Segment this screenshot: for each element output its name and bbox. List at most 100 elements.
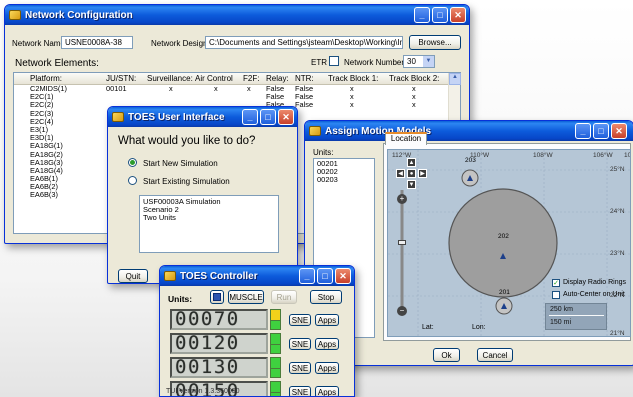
apps-button[interactable]: Apps [315,314,339,326]
network-name-field[interactable]: USNE0008A-38 [61,36,133,49]
maximize-button[interactable]: □ [432,7,448,23]
run-button[interactable]: Run [271,290,297,304]
auto-center-checkbox[interactable] [552,291,560,299]
scroll-up-icon[interactable]: ▲ [449,73,461,85]
cancel-button[interactable]: Cancel [477,348,513,362]
etr-checkbox[interactable] [329,56,339,66]
status-lamp [270,381,281,396]
minimize-button[interactable]: _ [299,268,315,284]
list-item[interactable]: Two Units [143,214,275,222]
longitude-label: 10 [624,152,631,159]
display-radio-rings-checkbox[interactable]: ✓ [552,279,560,287]
pan-up-icon[interactable]: ▲ [407,158,416,167]
zoom-slider-handle[interactable] [398,240,406,245]
col-surveillance[interactable]: Surveillance: [147,74,193,83]
maximize-button[interactable]: □ [317,268,333,284]
lon-label: Lon: [472,324,486,331]
maximize-button[interactable]: □ [260,109,276,125]
network-name-label: Network Name: [12,39,68,48]
lat-label: Lat: [422,324,434,331]
simulation-list[interactable]: USF00003A Simulation Scenario 2 Two Unit… [139,195,279,253]
question-heading: What would you like to do? [118,135,256,147]
network-number-select[interactable]: 30 ▼ [403,55,435,68]
minimize-button[interactable]: _ [414,7,430,23]
start-existing-radio[interactable] [128,176,137,185]
pan-left-icon[interactable]: ◀ [396,169,405,178]
sne-button[interactable]: SNE [289,338,311,350]
start-new-label[interactable]: Start New Simulation [143,159,218,168]
status-lamp [270,333,281,354]
close-button[interactable]: ✕ [278,109,294,125]
close-button[interactable]: ✕ [611,123,627,139]
etr-label: ETR [311,58,327,67]
minimize-button[interactable]: _ [575,123,591,139]
latitude-label: 25°N [610,166,625,173]
minimize-button[interactable]: _ [242,109,258,125]
network-number-label: Network Number: [344,58,407,67]
col-platform[interactable]: Platform: [30,74,62,83]
apps-button[interactable]: Apps [315,386,339,396]
latitude-label: 21°N [610,330,625,337]
unit-marker-label: 203 [465,157,476,164]
network-design-field[interactable]: C:\Documents and Settings\jsteam\Desktop… [205,36,403,49]
col-track-block-1[interactable]: Track Block 1: [328,74,378,83]
display-radio-rings-label[interactable]: Display Radio Rings [563,279,626,286]
app-icon [164,271,176,281]
table-cell-air: x [214,84,218,93]
col-ju-stn[interactable]: JU/STN: [106,74,136,83]
save-icon[interactable] [210,290,224,304]
col-track-block-2[interactable]: Track Block 2: [389,74,439,83]
table-row[interactable]: E2C(1) False False x x [14,93,460,101]
auto-center-label[interactable]: Auto-Center on Unit [563,291,625,298]
sne-button[interactable]: SNE [289,362,311,374]
close-button[interactable]: ✕ [335,268,351,284]
toes-controller-window: TOES Controller _ □ ✕ Units: MUSCLE Run … [159,265,355,397]
col-f2f[interactable]: F2F: [243,74,259,83]
col-relay[interactable]: Relay: [266,74,289,83]
table-cell-ntr: False [295,100,314,110]
toes-ui-titlebar[interactable]: TOES User Interface _ □ ✕ [108,107,297,127]
tab-location[interactable]: Location [385,132,427,145]
sne-button[interactable]: SNE [289,386,311,396]
status-lamp [270,309,281,330]
longitude-label: 108°W [533,152,553,159]
sne-button[interactable]: SNE [289,314,311,326]
table-cell-surv: x [169,84,173,93]
zoom-in-icon[interactable]: + [397,194,407,204]
zoom-out-icon[interactable]: − [397,306,407,316]
assign-motion-titlebar[interactable]: Assign Motion Models _ □ ✕ [305,121,633,141]
table-header: Platform: JU/STN: Surveillance: Air Cont… [14,73,460,85]
browse-button[interactable]: Browse... [409,35,461,50]
apps-button[interactable]: Apps [315,338,339,350]
close-button[interactable]: ✕ [450,7,466,23]
muscle-button[interactable]: MUSCLE [228,290,264,304]
apps-button[interactable]: Apps [315,362,339,374]
network-number-value: 30 [407,57,416,66]
pan-right-icon[interactable]: ▶ [418,169,427,178]
map-view[interactable]: 112°W 110°W 108°W 106°W 10 25°N 24°N 23°… [387,149,631,337]
col-ntr[interactable]: NTR: [295,74,314,83]
start-new-radio[interactable] [128,158,137,167]
quit-button[interactable]: Quit [118,269,148,283]
maximize-button[interactable]: □ [593,123,609,139]
table-cell-tb2: x [412,100,416,110]
scale-mi-label: 150 mi [550,319,572,326]
list-item[interactable]: 00203 [317,176,371,184]
latitude-label: 24°N [610,208,625,215]
stop-button[interactable]: Stop [310,290,342,304]
pan-down-icon[interactable]: ▼ [407,180,416,189]
network-configuration-titlebar[interactable]: Network Configuration _ □ ✕ [5,5,469,25]
window-title: Network Configuration [25,9,133,21]
col-air-control[interactable]: Air Control [195,74,233,83]
latitude-label: 23°N [610,250,625,257]
table-row[interactable]: C2MIDS(1) 00101 x x x False False x x [14,85,460,93]
ok-button[interactable]: Ok [433,348,460,362]
pan-center-icon[interactable]: ● [407,169,416,178]
chevron-down-icon[interactable]: ▼ [423,56,434,67]
toes-controller-titlebar[interactable]: TOES Controller _ □ ✕ [160,266,354,286]
longitude-label: 106°W [593,152,613,159]
window-title: TOES User Interface [128,111,225,123]
unit-counter-display: 00120 [170,333,268,354]
start-existing-label[interactable]: Start Existing Simulation [143,177,230,186]
units-label: Units: [313,148,334,157]
